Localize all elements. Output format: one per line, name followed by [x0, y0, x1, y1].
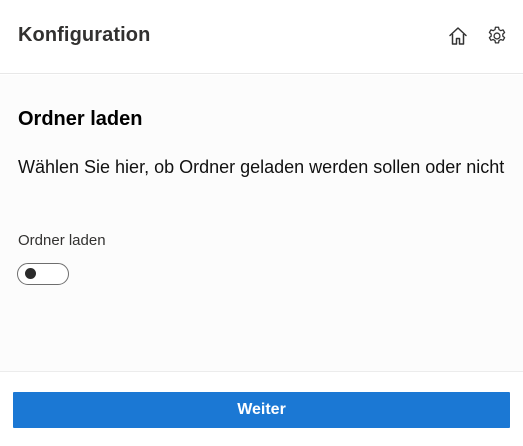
header: Konfiguration — [0, 0, 523, 74]
toggle-knob — [25, 268, 36, 279]
footer: Weiter — [0, 371, 523, 446]
toggle-label: Ordner laden — [18, 232, 106, 249]
gear-icon[interactable] — [486, 25, 508, 47]
main-content: Ordner laden Wählen Sie hier, ob Ordner … — [0, 75, 523, 371]
section-title: Ordner laden — [18, 108, 143, 130]
page-title: Konfiguration — [18, 24, 151, 46]
load-folders-toggle[interactable] — [17, 263, 69, 285]
home-icon[interactable] — [447, 25, 469, 47]
section-description: Wählen Sie hier, ob Ordner geladen werde… — [18, 157, 505, 177]
next-button[interactable]: Weiter — [13, 392, 510, 428]
